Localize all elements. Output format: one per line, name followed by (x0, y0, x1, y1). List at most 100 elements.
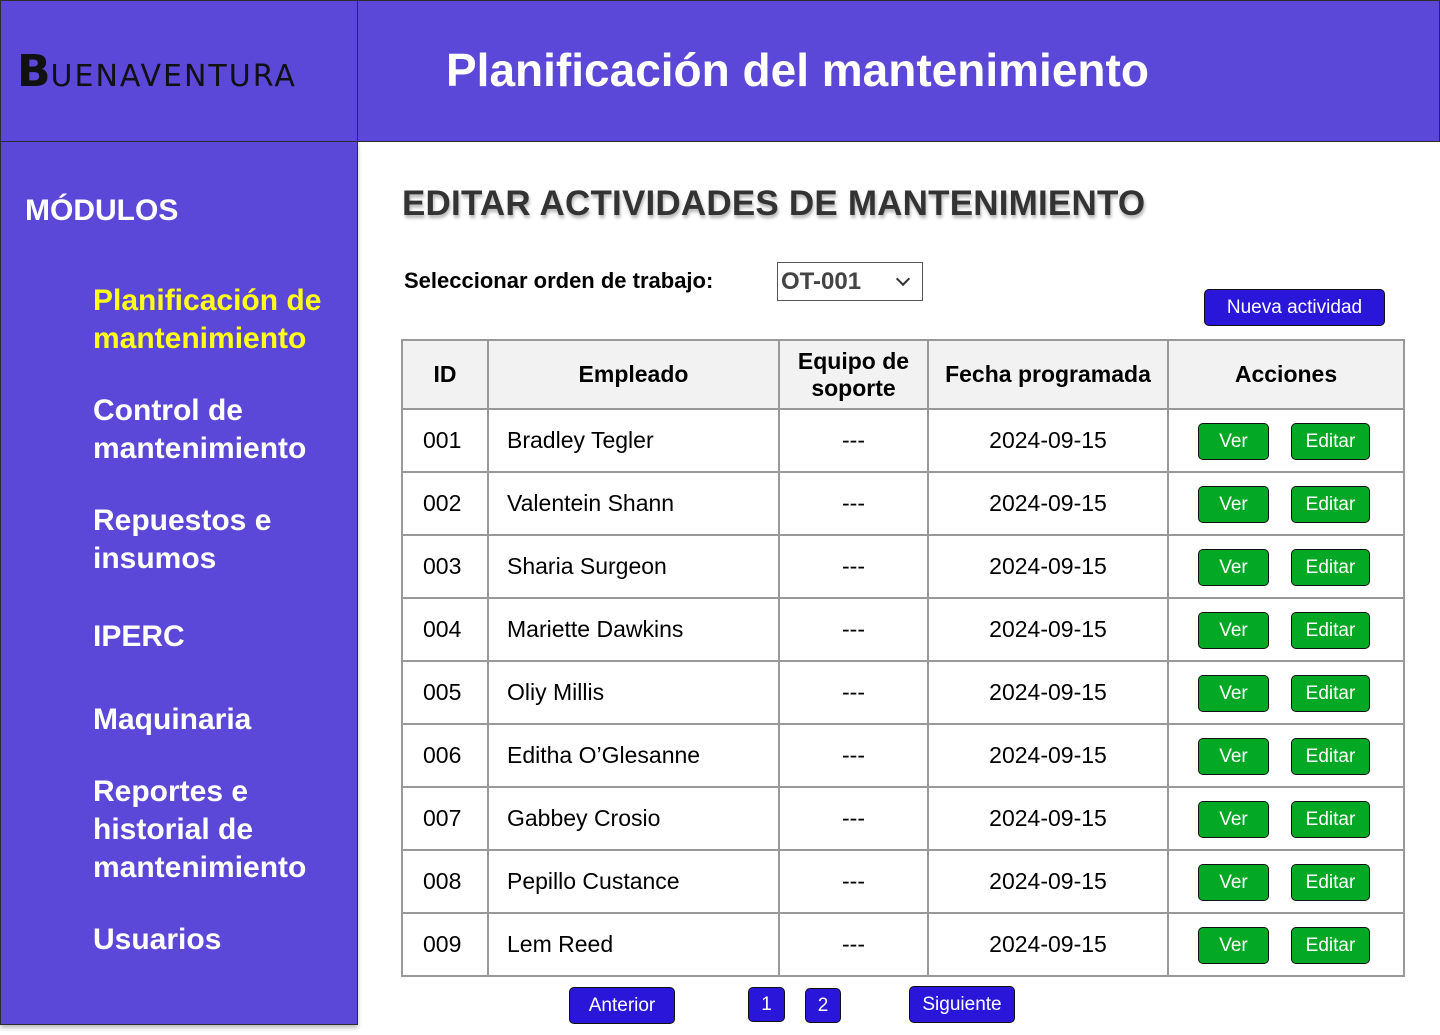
new-activity-button[interactable]: Nueva actividad (1204, 289, 1385, 326)
table-row: 009 Lem Reed --- 2024-09-15 Ver Editar (401, 912, 1405, 977)
page-2-button[interactable]: 2 (805, 988, 841, 1023)
table-row: 002 Valentein Shann --- 2024-09-15 Ver Edita… (401, 471, 1405, 536)
cell-id: 008 (401, 849, 489, 914)
page-1-button[interactable]: 1 (748, 987, 785, 1022)
cell-actions: Ver Editar (1167, 849, 1405, 914)
cell-id: 004 (401, 597, 489, 662)
logo-area: BUENAVENTURA (0, 0, 358, 142)
chevron-down-icon (895, 271, 911, 287)
cell-actions: Ver Editar (1167, 912, 1405, 977)
table-row: 001 Bradley Tegler --- 2024-09-15 Ver Editar (401, 408, 1405, 473)
cell-equipment: --- (778, 534, 929, 599)
cell-date: 2024-09-15 (927, 471, 1169, 536)
edit-button[interactable]: Editar (1291, 738, 1370, 775)
work-order-value: OT-001 (781, 267, 862, 295)
cell-date: 2024-09-15 (927, 660, 1169, 725)
cell-date: 2024-09-15 (927, 786, 1169, 851)
brand-logo: BUENAVENTURA (17, 46, 297, 97)
cell-employee: Gabbey Crosio (487, 786, 780, 851)
cell-id: 002 (401, 471, 489, 536)
cell-id: 009 (401, 912, 489, 977)
cell-actions: Ver Editar (1167, 534, 1405, 599)
cell-id: 005 (401, 660, 489, 725)
sidebar-heading: MÓDULOS (25, 194, 179, 227)
view-button[interactable]: Ver (1198, 738, 1269, 775)
table-row: 007 Gabbey Crosio --- 2024-09-15 Ver Editar (401, 786, 1405, 851)
cell-equipment: --- (778, 912, 929, 977)
cell-equipment: --- (778, 408, 929, 473)
edit-button[interactable]: Editar (1291, 675, 1370, 712)
table-row: 005 Oliy Millis --- 2024-09-15 Ver Editar (401, 660, 1405, 725)
cell-date: 2024-09-15 (927, 597, 1169, 662)
cell-employee: Mariette Dawkins (487, 597, 780, 662)
sidebar: MÓDULOS Planificación de mantenimiento C… (0, 141, 358, 1025)
cell-employee: Oliy Millis (487, 660, 780, 725)
edit-button[interactable]: Editar (1291, 423, 1370, 460)
top-header: Planificación del mantenimiento (357, 0, 1440, 142)
cell-employee: Lem Reed (487, 912, 780, 977)
cell-actions: Ver Editar (1167, 597, 1405, 662)
view-button[interactable]: Ver (1198, 675, 1269, 712)
view-button[interactable]: Ver (1198, 423, 1269, 460)
cell-actions: Ver Editar (1167, 786, 1405, 851)
cell-actions: Ver Editar (1167, 471, 1405, 536)
view-button[interactable]: Ver (1198, 612, 1269, 649)
cell-id: 003 (401, 534, 489, 599)
table-header-row: ID Empleado Equipo de soporte Fecha prog… (401, 339, 1405, 410)
column-header-employee: Empleado (487, 339, 780, 410)
column-header-actions: Acciones (1167, 339, 1405, 410)
edit-button[interactable]: Editar (1291, 801, 1370, 838)
sidebar-item-control[interactable]: Control de mantenimiento (93, 392, 353, 468)
cell-equipment: --- (778, 597, 929, 662)
previous-page-button[interactable]: Anterior (569, 987, 675, 1024)
view-button[interactable]: Ver (1198, 864, 1269, 901)
sidebar-item-reportes[interactable]: Reportes e historial de mantenimiento (93, 773, 353, 887)
view-button[interactable]: Ver (1198, 549, 1269, 586)
sidebar-item-repuestos[interactable]: Repuestos e insumos (93, 502, 353, 578)
column-header-equipment: Equipo de soporte (778, 339, 929, 410)
view-button[interactable]: Ver (1198, 801, 1269, 838)
sidebar-item-iperc[interactable]: IPERC (93, 618, 353, 656)
cell-actions: Ver Editar (1167, 408, 1405, 473)
work-order-select[interactable]: OT-001 (777, 262, 923, 301)
cell-id: 006 (401, 723, 489, 788)
cell-equipment: --- (778, 471, 929, 536)
table-row: 004 Mariette Dawkins --- 2024-09-15 Ver Edita… (401, 597, 1405, 662)
cell-date: 2024-09-15 (927, 723, 1169, 788)
edit-button[interactable]: Editar (1291, 612, 1370, 649)
cell-employee: Editha O’Glesanne (487, 723, 780, 788)
cell-date: 2024-09-15 (927, 534, 1169, 599)
cell-employee: Sharia Surgeon (487, 534, 780, 599)
cell-equipment: --- (778, 723, 929, 788)
cell-id: 007 (401, 786, 489, 851)
next-page-button[interactable]: Siguiente (909, 986, 1015, 1023)
work-order-label: Seleccionar orden de trabajo: (404, 268, 714, 293)
edit-button[interactable]: Editar (1291, 864, 1370, 901)
edit-button[interactable]: Editar (1291, 486, 1370, 523)
cell-equipment: --- (778, 786, 929, 851)
cell-employee: Pepillo Custance (487, 849, 780, 914)
cell-date: 2024-09-15 (927, 849, 1169, 914)
cell-equipment: --- (778, 660, 929, 725)
view-button[interactable]: Ver (1198, 927, 1269, 964)
sidebar-item-maquinaria[interactable]: Maquinaria (93, 701, 353, 739)
edit-button[interactable]: Editar (1291, 927, 1370, 964)
sidebar-item-usuarios[interactable]: Usuarios (93, 921, 353, 959)
cell-actions: Ver Editar (1167, 660, 1405, 725)
view-button[interactable]: Ver (1198, 486, 1269, 523)
logo-initial: B (17, 45, 51, 97)
page-title: EDITAR ACTIVIDADES DE MANTENIMIENTO (402, 184, 1146, 223)
cell-id: 001 (401, 408, 489, 473)
table-row: 003 Sharia Surgeon --- 2024-09-15 Ver Editar (401, 534, 1405, 599)
column-header-date: Fecha programada (927, 339, 1169, 410)
table-row: 006 Editha O’Glesanne --- 2024-09-15 Ver Edit… (401, 723, 1405, 788)
cell-equipment: --- (778, 849, 929, 914)
edit-button[interactable]: Editar (1291, 549, 1370, 586)
table-row: 008 Pepillo Custance --- 2024-09-15 Ver Edita… (401, 849, 1405, 914)
logo-text: UENAVENTURA (50, 58, 297, 94)
cell-date: 2024-09-15 (927, 408, 1169, 473)
cell-date: 2024-09-15 (927, 912, 1169, 977)
cell-employee: Bradley Tegler (487, 408, 780, 473)
sidebar-item-planificacion[interactable]: Planificación de mantenimiento (93, 282, 353, 358)
cell-actions: Ver Editar (1167, 723, 1405, 788)
